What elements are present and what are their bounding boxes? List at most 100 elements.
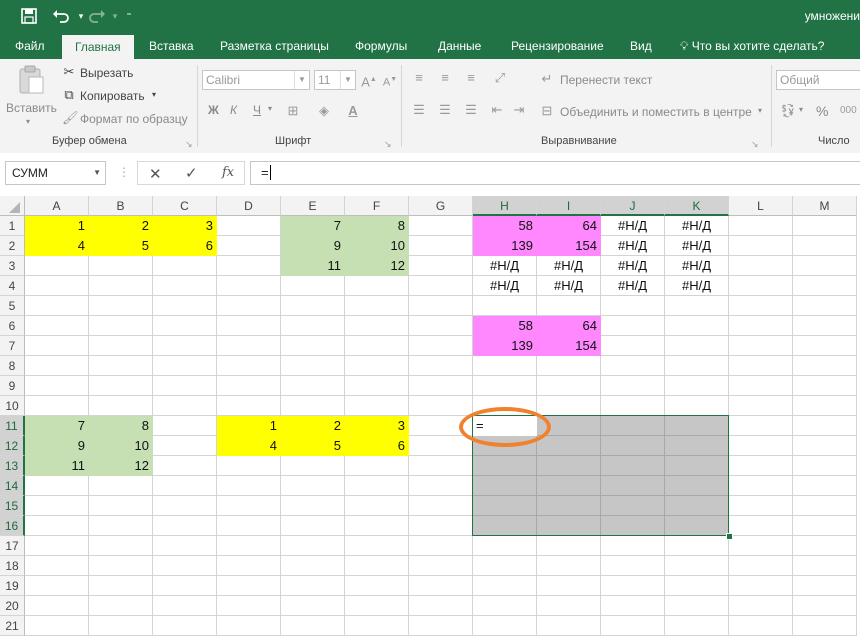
cell-h20[interactable] — [473, 596, 537, 616]
cell-c15[interactable] — [153, 496, 217, 516]
cell-j5[interactable] — [601, 296, 665, 316]
cell-a19[interactable] — [25, 576, 89, 596]
cell-g19[interactable] — [409, 576, 473, 596]
cell-d6[interactable] — [217, 316, 281, 336]
cell-h16[interactable] — [473, 516, 537, 536]
cell-h3[interactable]: #Н/Д — [473, 256, 537, 276]
cell-h13[interactable] — [473, 456, 537, 476]
cell-e10[interactable] — [281, 396, 345, 416]
cell-a18[interactable] — [25, 556, 89, 576]
cell-i11[interactable] — [537, 416, 601, 436]
align-middle-icon[interactable]: ≡ — [438, 71, 452, 85]
cell-f15[interactable] — [345, 496, 409, 516]
italic-button[interactable]: К — [230, 103, 237, 117]
percent-button[interactable]: % — [816, 103, 828, 119]
cell-d10[interactable] — [217, 396, 281, 416]
cell-e15[interactable] — [281, 496, 345, 516]
column-header-f[interactable]: F — [345, 196, 409, 216]
cell-a12[interactable]: 9 — [25, 436, 89, 456]
cell-c8[interactable] — [153, 356, 217, 376]
row-header-11[interactable]: 11 — [0, 416, 25, 436]
cell-g14[interactable] — [409, 476, 473, 496]
cell-m13[interactable] — [793, 456, 857, 476]
cell-l10[interactable] — [729, 396, 793, 416]
cell-j13[interactable] — [601, 456, 665, 476]
column-header-l[interactable]: L — [729, 196, 793, 216]
cell-c17[interactable] — [153, 536, 217, 556]
cell-e20[interactable] — [281, 596, 345, 616]
column-header-g[interactable]: G — [409, 196, 473, 216]
cell-e6[interactable] — [281, 316, 345, 336]
cell-g13[interactable] — [409, 456, 473, 476]
cell-e1[interactable]: 7 — [281, 216, 345, 236]
row-header-16[interactable]: 16 — [0, 516, 25, 536]
paste-dropdown-icon[interactable]: ▾ — [26, 117, 30, 126]
cell-l15[interactable] — [729, 496, 793, 516]
cell-m11[interactable] — [793, 416, 857, 436]
cell-l7[interactable] — [729, 336, 793, 356]
cell-k1[interactable]: #Н/Д — [665, 216, 729, 236]
cell-l4[interactable] — [729, 276, 793, 296]
cell-f7[interactable] — [345, 336, 409, 356]
cell-e4[interactable] — [281, 276, 345, 296]
cell-j18[interactable] — [601, 556, 665, 576]
cell-c11[interactable] — [153, 416, 217, 436]
insert-function-icon[interactable]: fx — [222, 165, 234, 180]
cell-g15[interactable] — [409, 496, 473, 516]
cell-a11[interactable]: 7 — [25, 416, 89, 436]
cell-i9[interactable] — [537, 376, 601, 396]
cell-d18[interactable] — [217, 556, 281, 576]
cell-c1[interactable]: 3 — [153, 216, 217, 236]
align-bottom-icon[interactable]: ≡ — [464, 71, 478, 85]
cell-m1[interactable] — [793, 216, 857, 236]
cell-l12[interactable] — [729, 436, 793, 456]
cell-f3[interactable]: 12 — [345, 256, 409, 276]
cell-k8[interactable] — [665, 356, 729, 376]
cell-i1[interactable]: 64 — [537, 216, 601, 236]
align-left-icon[interactable]: ☰ — [412, 103, 426, 117]
cell-d14[interactable] — [217, 476, 281, 496]
cell-k7[interactable] — [665, 336, 729, 356]
cell-l13[interactable] — [729, 456, 793, 476]
cell-k10[interactable] — [665, 396, 729, 416]
column-header-e[interactable]: E — [281, 196, 345, 216]
borders-icon[interactable]: ⊞ — [286, 104, 300, 118]
cell-a9[interactable] — [25, 376, 89, 396]
cell-l11[interactable] — [729, 416, 793, 436]
cell-i16[interactable] — [537, 516, 601, 536]
cell-e12[interactable]: 5 — [281, 436, 345, 456]
column-header-j[interactable]: J — [601, 196, 665, 216]
cell-k6[interactable] — [665, 316, 729, 336]
cell-a8[interactable] — [25, 356, 89, 376]
cell-m3[interactable] — [793, 256, 857, 276]
cell-a2[interactable]: 4 — [25, 236, 89, 256]
cell-m15[interactable] — [793, 496, 857, 516]
cell-c9[interactable] — [153, 376, 217, 396]
cell-b6[interactable] — [89, 316, 153, 336]
cell-h8[interactable] — [473, 356, 537, 376]
cell-j1[interactable]: #Н/Д — [601, 216, 665, 236]
row-header-21[interactable]: 21 — [0, 616, 25, 636]
cell-h1[interactable]: 58 — [473, 216, 537, 236]
row-header-10[interactable]: 10 — [0, 396, 25, 416]
cell-g9[interactable] — [409, 376, 473, 396]
cell-d17[interactable] — [217, 536, 281, 556]
cell-d1[interactable] — [217, 216, 281, 236]
cell-e13[interactable] — [281, 456, 345, 476]
cell-c4[interactable] — [153, 276, 217, 296]
cell-g2[interactable] — [409, 236, 473, 256]
cell-a1[interactable]: 1 — [25, 216, 89, 236]
cell-b8[interactable] — [89, 356, 153, 376]
cell-j20[interactable] — [601, 596, 665, 616]
underline-dropdown-icon[interactable]: ▾ — [268, 104, 272, 113]
cell-f18[interactable] — [345, 556, 409, 576]
customize-toolbar-icon[interactable]: ⁼ — [118, 5, 140, 27]
cell-c12[interactable] — [153, 436, 217, 456]
row-header-4[interactable]: 4 — [0, 276, 25, 296]
cell-d5[interactable] — [217, 296, 281, 316]
cell-k12[interactable] — [665, 436, 729, 456]
cell-f14[interactable] — [345, 476, 409, 496]
cell-j15[interactable] — [601, 496, 665, 516]
cell-b9[interactable] — [89, 376, 153, 396]
column-header-i[interactable]: I — [537, 196, 601, 216]
